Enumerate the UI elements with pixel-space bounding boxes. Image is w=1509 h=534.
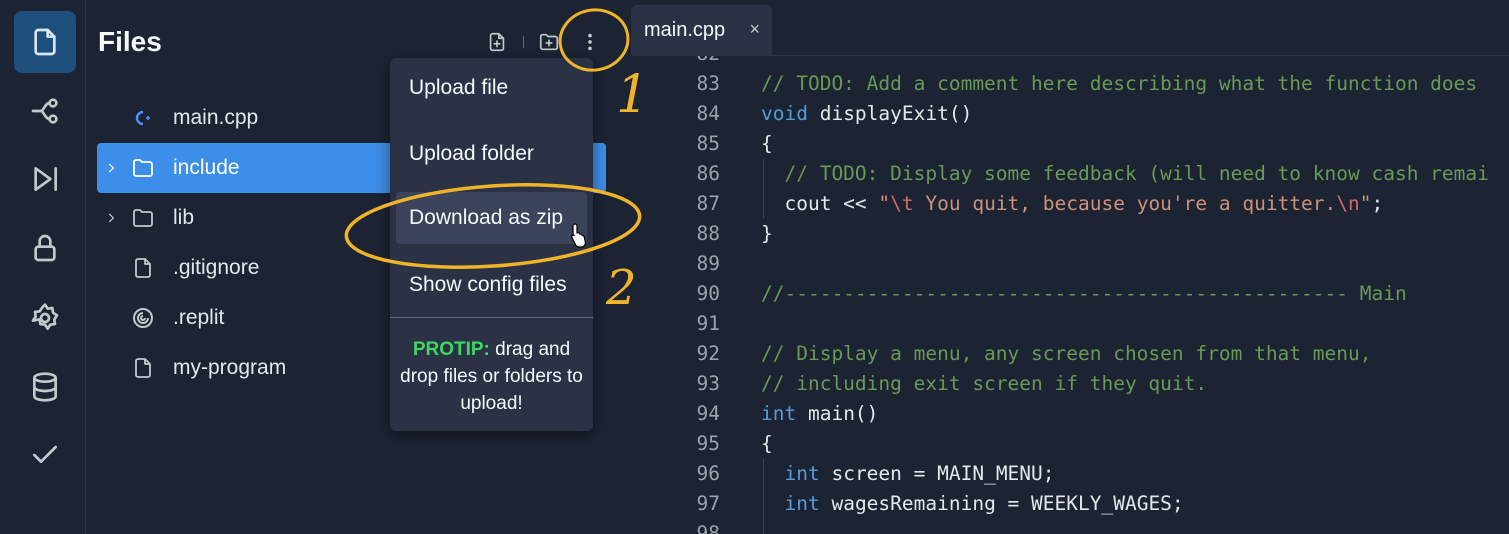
code-line: 97 int wagesRemaining = WEEKLY_WAGES; [696, 492, 1184, 515]
code-line: 89 [696, 252, 720, 275]
files-panel-title: Files [98, 26, 162, 57]
replit-config-icon [127, 302, 159, 334]
code-line: 82 [631, 56, 1509, 69]
close-icon[interactable]: × [749, 19, 760, 40]
files-menu-button[interactable] [576, 28, 604, 56]
chevron-right-icon[interactable] [97, 211, 125, 225]
settings-activity-button[interactable] [14, 287, 76, 349]
chevron-right-icon[interactable] [97, 161, 125, 175]
git-branch-icon [31, 98, 58, 124]
debugger-activity-button[interactable] [14, 148, 76, 210]
code-line: 90//------------------------------------… [696, 282, 1407, 305]
file-tree-item-label: include [173, 156, 240, 179]
new-file-icon [489, 32, 505, 52]
file-tree-item-label: my-program [173, 356, 287, 379]
hand-cursor-icon [571, 223, 587, 248]
checks-activity-button[interactable] [14, 424, 76, 486]
code-line: 88} [696, 222, 773, 245]
file-icon [127, 252, 159, 284]
code-line: 84 void displayExit() [696, 102, 973, 125]
download-zip-menu-item[interactable]: Download as zip [396, 192, 587, 244]
folder-icon [127, 152, 159, 184]
code-line: 92// Display a menu, any screen chosen f… [696, 342, 1372, 365]
show-config-files-menu-item[interactable]: Show config files [396, 259, 587, 311]
database-activity-button[interactable] [14, 356, 76, 418]
run-debugger-icon [34, 167, 57, 191]
file-tree-item-label: .replit [173, 306, 225, 329]
header-divider [523, 36, 524, 48]
code-line: 86 // TODO: Display some feedback (will … [696, 162, 1489, 185]
kebab-menu-icon [588, 33, 592, 51]
code-line: 83// TODO: Add a comment here describing… [696, 72, 1478, 95]
git-activity-button[interactable] [14, 80, 76, 142]
database-icon [33, 372, 57, 402]
activity-bar [0, 0, 86, 534]
tab-main-cpp[interactable]: main.cpp × [631, 5, 772, 55]
code-line: 98 [696, 522, 720, 534]
code-line: 95{ [696, 432, 773, 455]
secrets-activity-button[interactable] [14, 217, 76, 279]
check-icon [33, 445, 57, 463]
tab-label: main.cpp [644, 18, 726, 41]
file-tree-item-label: .gitignore [173, 256, 260, 279]
file-icon [127, 352, 159, 384]
new-folder-button[interactable] [535, 28, 563, 56]
code-line: 93// including exit screen if they quit. [696, 372, 1208, 395]
files-dropdown-menu: Upload file Upload folder Download as zi… [390, 58, 593, 431]
file-icon [34, 28, 56, 56]
files-activity-button[interactable] [14, 11, 76, 73]
code-line: 87 cout << "\t You quit, because you're … [696, 192, 1384, 215]
code-line: 96 int screen = MAIN_MENU; [696, 462, 1055, 485]
upload-folder-menu-item[interactable]: Upload folder [396, 128, 587, 180]
gear-icon [31, 303, 59, 330]
folder-icon [127, 202, 159, 234]
editor-pane: main.cpp × 82 83// TODO: Add a comment h… [631, 0, 1509, 534]
lock-icon [34, 234, 56, 262]
new-folder-icon [539, 33, 559, 51]
cpp-file-icon [127, 102, 159, 134]
menu-divider [390, 317, 593, 318]
new-file-button[interactable] [483, 28, 511, 56]
protip-tag: PROTIP: [412, 339, 490, 360]
code-line: 85{ [696, 132, 773, 155]
upload-file-menu-item[interactable]: Upload file [396, 62, 587, 114]
protip-text: PROTIP: drag and drop files or folders t… [398, 336, 585, 417]
code-editor[interactable]: 82 83// TODO: Add a comment here describ… [631, 55, 1509, 534]
code-line: 94 int main() [696, 402, 879, 425]
file-tree-item-label: main.cpp [173, 106, 259, 129]
code-line: 91 [696, 312, 720, 335]
file-tree-item-label: lib [173, 206, 195, 229]
